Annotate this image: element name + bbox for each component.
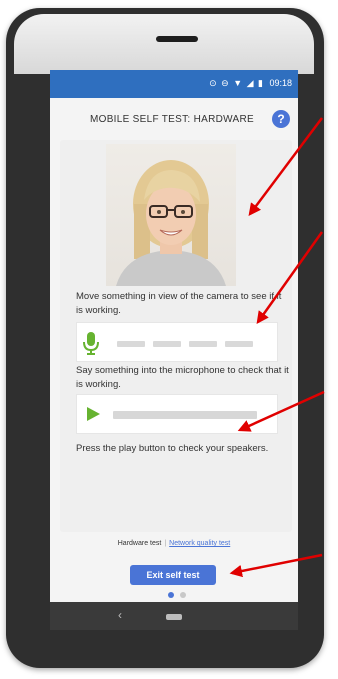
- back-chevron-icon[interactable]: ‹: [118, 608, 122, 622]
- exit-self-test-button[interactable]: Exit self test: [130, 565, 216, 585]
- microphone-caption: Say something into the microphone to che…: [76, 365, 289, 390]
- audio-progress-bar[interactable]: [113, 411, 257, 419]
- phone-top-bezel: [14, 14, 314, 74]
- network-quality-test-link[interactable]: Network quality test: [169, 540, 230, 547]
- page-dot: [180, 592, 186, 598]
- speaker-test-player: [76, 394, 278, 434]
- status-bar: ⊙ ⊖ ▼ ◢ ▮ 09:18: [50, 70, 298, 98]
- hardware-test-card: Move something in view of the camera to …: [60, 140, 292, 532]
- phone-speaker: [156, 36, 198, 42]
- camera-preview: [106, 144, 236, 286]
- mic-level-segment: [225, 341, 253, 347]
- microphone-icon: [83, 332, 99, 355]
- mic-level-segment: [117, 341, 145, 347]
- hardware-test-label: Hardware test: [117, 540, 162, 547]
- android-nav-bar: ‹: [50, 602, 298, 630]
- test-type-links: Hardware test | Network quality test: [50, 540, 298, 547]
- camera-caption: Move something in view of the camera to …: [76, 291, 282, 316]
- person-photo: [116, 160, 226, 286]
- page-header: MOBILE SELF TEST: HARDWARE ?: [50, 100, 298, 140]
- mic-level-segment: [153, 341, 181, 347]
- phone-frame: ⊙ ⊖ ▼ ◢ ▮ 09:18 MOBILE SELF TEST: HARDWA…: [6, 8, 324, 668]
- link-separator: |: [164, 540, 167, 547]
- play-icon[interactable]: [85, 406, 101, 422]
- microphone-level-meter: [76, 322, 278, 362]
- page-indicator: [162, 592, 192, 600]
- speakers-caption: Press the play button to check your spea…: [76, 443, 269, 454]
- phone-screen: ⊙ ⊖ ▼ ◢ ▮ 09:18 MOBILE SELF TEST: HARDWA…: [50, 70, 298, 630]
- status-time: 09:18: [269, 78, 292, 88]
- home-pill-icon[interactable]: [166, 614, 182, 620]
- page-dot-active: [168, 592, 174, 598]
- mic-level-segment: [189, 341, 217, 347]
- status-icons: ⊙ ⊖ ▼ ◢ ▮: [209, 78, 264, 88]
- help-question-icon[interactable]: ?: [272, 110, 290, 128]
- page-title: MOBILE SELF TEST: HARDWARE: [90, 114, 254, 125]
